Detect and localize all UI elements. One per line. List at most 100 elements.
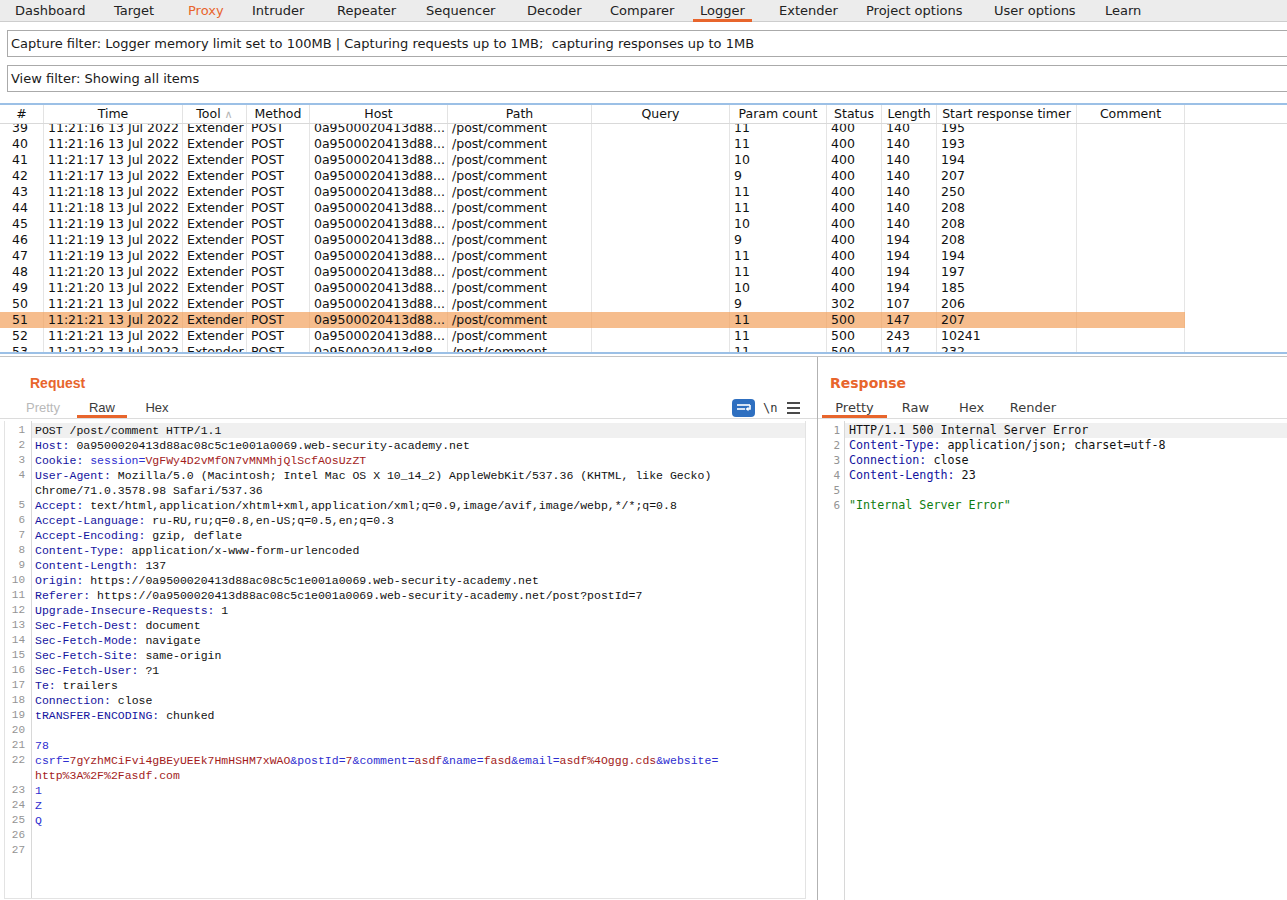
column-header-path[interactable]: Path bbox=[448, 105, 592, 123]
column-header-tool[interactable]: Tool∧ bbox=[183, 105, 247, 123]
top-menu-bar: Dashboard Target Proxy Intruder Repeater Sequ… bbox=[0, 0, 1287, 22]
menu-tab-sequencer[interactable]: Sequencer bbox=[426, 0, 495, 22]
column-header-host[interactable]: Host bbox=[310, 105, 448, 123]
cell-query bbox=[592, 280, 730, 296]
cell-query bbox=[592, 328, 730, 344]
line-number: 10 bbox=[5, 573, 25, 588]
syntax-segment: Sec-Fetch-Site: bbox=[35, 649, 139, 662]
log-row-46[interactable]: 4611:21:19 13 Jul 2022ExtenderPOST0a9500… bbox=[0, 232, 1185, 248]
capture-filter-bar[interactable]: Capture filter: Logger memory limit set … bbox=[7, 30, 1287, 57]
syntax-segment: trailers bbox=[56, 679, 118, 692]
menu-tab-extender[interactable]: Extender bbox=[779, 0, 838, 22]
line-text: User-Agent: Mozilla/5.0 (Macintosh; Inte… bbox=[35, 468, 711, 483]
log-row-50[interactable]: 5011:21:21 13 Jul 2022ExtenderPOST0a9500… bbox=[0, 296, 1185, 312]
log-row-43[interactable]: 4311:21:18 13 Jul 2022ExtenderPOST0a9500… bbox=[0, 184, 1185, 200]
column-header-start-response-timer[interactable]: Start response timer bbox=[937, 105, 1077, 123]
editor-line: 10Origin: https://0a9500020413d88ac08c5c… bbox=[5, 573, 805, 588]
cell-comment bbox=[1077, 200, 1185, 216]
menu-tab-comparer[interactable]: Comparer bbox=[610, 0, 674, 22]
resp-tab-raw[interactable]: Raw bbox=[887, 399, 944, 418]
newline-toggle-icon[interactable]: \n bbox=[763, 401, 777, 415]
req-tab-pretty[interactable]: Pretty bbox=[14, 399, 72, 418]
log-row-45[interactable]: 4511:21:19 13 Jul 2022ExtenderPOST0a9500… bbox=[0, 216, 1185, 232]
cell-tool: Extender bbox=[183, 248, 247, 264]
menu-tab-repeater[interactable]: Repeater bbox=[337, 0, 396, 22]
editor-line: 15Sec-Fetch-Site: same-origin bbox=[5, 648, 805, 663]
syntax-segment: &website= bbox=[656, 754, 718, 767]
line-text: Content-Length: 137 bbox=[35, 558, 166, 573]
menu-tab-project-options[interactable]: Project options bbox=[866, 0, 963, 22]
response-editor[interactable]: 1HTTP/1.1 500 Internal Server Error2Cont… bbox=[822, 421, 1287, 900]
log-row-51[interactable]: 5111:21:21 13 Jul 2022ExtenderPOST0a9500… bbox=[0, 312, 1185, 328]
log-row-47[interactable]: 4711:21:19 13 Jul 2022ExtenderPOST0a9500… bbox=[0, 248, 1185, 264]
cell-path: /post/comment bbox=[448, 296, 592, 312]
menu-tab-logger[interactable]: Logger bbox=[693, 0, 752, 22]
log-row-52[interactable]: 5211:21:21 13 Jul 2022ExtenderPOST0a9500… bbox=[0, 328, 1185, 344]
line-text: Accept: text/html,application/xhtml+xml,… bbox=[35, 498, 677, 513]
syntax-segment: asdf bbox=[415, 754, 443, 767]
editor-menu-icon[interactable] bbox=[787, 400, 800, 414]
cell-query bbox=[592, 232, 730, 248]
menu-tab-proxy[interactable]: Proxy bbox=[188, 0, 224, 22]
cell-length: 140 bbox=[882, 184, 937, 200]
menu-tab-target[interactable]: Target bbox=[114, 0, 154, 22]
log-row-53[interactable]: 5311:21:22 13 Jul 2022ExtenderPOST0a9500… bbox=[0, 344, 1185, 352]
line-text: HTTP/1.1 500 Internal Server Error bbox=[849, 423, 1088, 438]
cell-method: POST bbox=[247, 124, 310, 136]
log-row-44[interactable]: 4411:21:18 13 Jul 2022ExtenderPOST0a9500… bbox=[0, 200, 1185, 216]
menu-tab-intruder[interactable]: Intruder bbox=[252, 0, 304, 22]
cell-status: 400 bbox=[827, 184, 882, 200]
response-gutter-separator bbox=[844, 421, 845, 900]
syntax-segment: 1 bbox=[214, 604, 228, 617]
log-row-41[interactable]: 4111:21:17 13 Jul 2022ExtenderPOST0a9500… bbox=[0, 152, 1185, 168]
column-header--[interactable]: # bbox=[0, 105, 44, 123]
cell-host: 0a9500020413d88... bbox=[310, 136, 448, 152]
syntax-segment: chunked bbox=[159, 709, 214, 722]
column-header-time[interactable]: Time bbox=[44, 105, 183, 123]
line-text: Accept-Encoding: gzip, deflate bbox=[35, 528, 242, 543]
syntax-segment: close bbox=[111, 694, 152, 707]
column-header-param-count[interactable]: Param count bbox=[730, 105, 827, 123]
cell-query bbox=[592, 312, 730, 328]
cell-param-count: 11 bbox=[730, 328, 827, 344]
cell-comment bbox=[1077, 184, 1185, 200]
cell-start-response-timer: 208 bbox=[937, 216, 1077, 232]
resp-tab-pretty[interactable]: Pretty bbox=[822, 399, 887, 418]
cell-host: 0a9500020413d88... bbox=[310, 168, 448, 184]
view-filter-bar[interactable]: View filter: Showing all items bbox=[7, 65, 1287, 92]
resp-tab-render[interactable]: Render bbox=[999, 399, 1067, 418]
wrap-lines-icon[interactable] bbox=[732, 399, 755, 417]
log-row-39[interactable]: 3911:21:16 13 Jul 2022ExtenderPOST0a9500… bbox=[0, 124, 1185, 136]
editor-line: 4Content-Length: 23 bbox=[822, 468, 1287, 483]
request-editor[interactable]: 1POST /post/comment HTTP/1.12Host: 0a950… bbox=[4, 421, 806, 899]
menu-tab-learn[interactable]: Learn bbox=[1105, 0, 1141, 22]
line-text: 1 bbox=[35, 783, 42, 798]
cell-tool: Extender bbox=[183, 232, 247, 248]
line-text: Referer: https://0a9500020413d88ac08c5c1… bbox=[35, 588, 642, 603]
column-header-query[interactable]: Query bbox=[592, 105, 730, 123]
panel-divider[interactable] bbox=[817, 357, 818, 900]
column-header-method[interactable]: Method bbox=[247, 105, 310, 123]
resp-tab-hex[interactable]: Hex bbox=[944, 399, 999, 418]
editor-line: 25Q bbox=[5, 813, 805, 828]
req-tab-raw[interactable]: Raw bbox=[77, 399, 127, 418]
cell--: 41 bbox=[0, 152, 44, 168]
editor-line: 3Cookie: session=VgFWy4D2vMfON7vMNMhjQlS… bbox=[5, 453, 805, 468]
menu-tab-decoder[interactable]: Decoder bbox=[527, 0, 582, 22]
req-tab-hex[interactable]: Hex bbox=[132, 399, 182, 418]
line-number: 27 bbox=[5, 843, 25, 858]
menu-tab-user-options[interactable]: User options bbox=[994, 0, 1076, 22]
menu-tab-dashboard[interactable]: Dashboard bbox=[15, 0, 86, 22]
cell--: 40 bbox=[0, 136, 44, 152]
editor-line: 9Content-Length: 137 bbox=[5, 558, 805, 573]
log-row-42[interactable]: 4211:21:17 13 Jul 2022ExtenderPOST0a9500… bbox=[0, 168, 1185, 184]
log-row-49[interactable]: 4911:21:20 13 Jul 2022ExtenderPOST0a9500… bbox=[0, 280, 1185, 296]
cell-time: 11:21:21 13 Jul 2022 bbox=[44, 296, 183, 312]
column-header-comment[interactable]: Comment bbox=[1077, 105, 1185, 123]
cell--: 49 bbox=[0, 280, 44, 296]
log-row-40[interactable]: 4011:21:16 13 Jul 2022ExtenderPOST0a9500… bbox=[0, 136, 1185, 152]
log-row-48[interactable]: 4811:21:20 13 Jul 2022ExtenderPOST0a9500… bbox=[0, 264, 1185, 280]
column-header-status[interactable]: Status bbox=[827, 105, 882, 123]
column-header-length[interactable]: Length bbox=[882, 105, 937, 123]
request-title: Request bbox=[30, 375, 85, 391]
